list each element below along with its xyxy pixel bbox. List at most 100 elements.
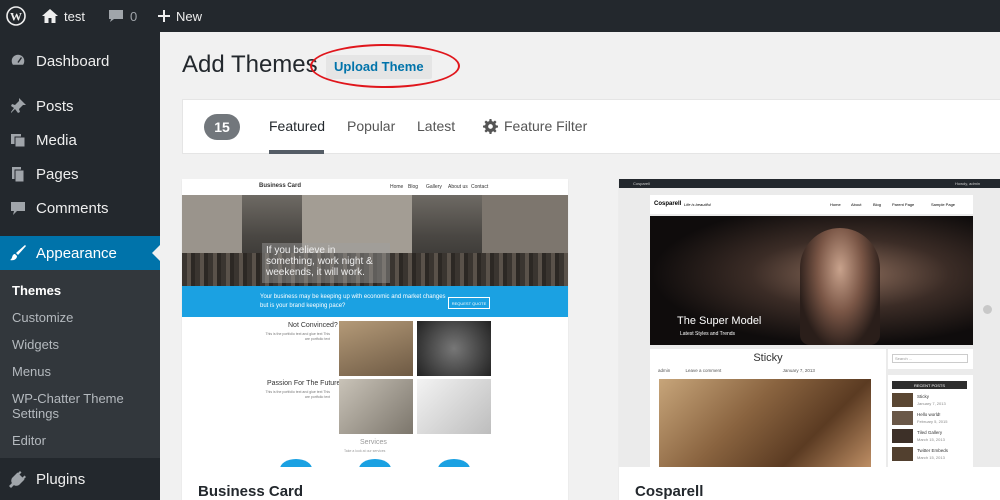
preview-hero-quote: If you believe in something, work night …	[262, 243, 390, 283]
preview-search-widget: Search ...	[888, 349, 973, 369]
sidebar-item-plugins[interactable]: Plugins	[0, 462, 160, 496]
preview-hero-image: The Super Model Latest Styles and Trends	[650, 216, 973, 345]
preview-scroll-dot-icon	[983, 305, 992, 314]
pages-icon	[0, 165, 36, 183]
preview-service-circle	[359, 459, 391, 467]
preview-logo: Cosparell	[654, 201, 682, 207]
sidebar-item-label: Comments	[36, 199, 109, 217]
preview-post-meta: admin Leave a comment January 7, 2013	[658, 368, 886, 373]
preview-recent-item: Tiled Gallery March 15, 2013	[892, 429, 970, 445]
preview-header: Cosparell Life is beautiful Home About B…	[650, 195, 973, 214]
tab-featured[interactable]: Featured	[269, 118, 325, 134]
feature-filter-label: Feature Filter	[504, 118, 588, 134]
theme-name: Business Card	[198, 483, 304, 500]
preview-nav-item: Sample Page	[931, 202, 956, 207]
preview-desk-image	[339, 321, 413, 376]
pin-icon	[0, 97, 36, 115]
dashboard-icon	[0, 52, 36, 70]
submenu-item-customize[interactable]: Customize	[12, 310, 152, 325]
comment-icon	[108, 9, 124, 23]
sidebar-item-pages[interactable]: Pages	[0, 157, 160, 191]
media-icon	[0, 131, 36, 149]
plug-icon	[0, 470, 36, 488]
sidebar-item-comments[interactable]: Comments	[0, 191, 160, 225]
preview-post-date: January 7, 2013	[782, 368, 815, 373]
preview-admin-bar: Cosparell Howdy, admin	[619, 179, 1000, 188]
site-name-label: test	[64, 8, 85, 24]
sidebar-item-appearance[interactable]: Appearance	[0, 236, 160, 270]
page-title: Add Themes	[182, 51, 318, 78]
wordpress-logo-icon[interactable]: W	[6, 0, 30, 32]
preview-nav-item: Home	[830, 202, 841, 207]
gear-icon	[483, 118, 498, 134]
plus-icon	[158, 10, 170, 22]
theme-card-cosparell[interactable]: Cosparell Howdy, admin Cosparell Life is…	[619, 179, 1000, 500]
sidebar-item-label: Dashboard	[36, 52, 110, 70]
preview-admin-site: Cosparell	[633, 181, 650, 186]
preview-cup-image	[417, 379, 491, 434]
sidebar-item-media[interactable]: Media	[0, 123, 160, 157]
preview-post-title: Sticky	[753, 352, 783, 364]
submenu-item-editor[interactable]: Editor	[12, 433, 152, 448]
sidebar-item-posts[interactable]: Posts	[0, 89, 160, 123]
preview-nav-item: About us	[448, 184, 468, 190]
preview-tagline: Life is beautiful	[684, 202, 711, 207]
theme-filter-bar: 15 Featured Popular Latest Feature Filte…	[182, 99, 1000, 154]
theme-screenshot[interactable]: Cosparell Howdy, admin Cosparell Life is…	[619, 179, 1000, 467]
preview-recent-item: Twitter Embeds March 15, 2013	[892, 447, 970, 463]
submenu-item-wp-chatter-theme-settings[interactable]: WP-Chatter Theme Settings	[12, 391, 152, 421]
preview-nav-item: Contact	[471, 184, 489, 190]
admin-sidebar: Dashboard Posts Media Pages Comments App…	[0, 32, 160, 500]
preview-post: Sticky admin Leave a comment January 7, …	[650, 349, 886, 467]
preview-post-comment: Leave a comment	[685, 368, 722, 373]
comments-link[interactable]: 0	[108, 0, 137, 32]
preview-recent-item: Sticky January 7, 2013	[892, 393, 970, 409]
sidebar-item-dashboard[interactable]: Dashboard	[0, 44, 160, 78]
preview-nav-item: Parent Page	[892, 202, 915, 207]
preview-site-title: Business Card	[259, 183, 302, 189]
preview-cta-band: Your business may be keeping up with eco…	[182, 286, 568, 317]
upload-theme-button[interactable]: Upload Theme	[326, 55, 432, 79]
preview-lorem-text: This is the portfolio text and glue text…	[265, 332, 330, 341]
preview-post-author: admin	[658, 368, 671, 373]
preview-recent-posts: RECENT POSTS Sticky January 7, 2013 Hell…	[888, 375, 973, 467]
sidebar-item-label: Posts	[36, 97, 74, 115]
preview-nav-item: About	[851, 202, 862, 207]
sidebar-item-label: Pages	[36, 165, 79, 183]
preview-section-heading: Not Convinced?	[288, 322, 338, 329]
preview-hero-image: If you believe in something, work night …	[182, 195, 568, 286]
preview-nav: Business Card Home Blog Gallery About us…	[182, 179, 568, 195]
preview-recent-item: Hello world! February 5, 2015	[892, 411, 970, 427]
preview-services-heading: Services	[360, 439, 387, 446]
sidebar-item-label: Media	[36, 131, 77, 149]
preview-services-sub: Take a look at our services	[344, 449, 386, 453]
preview-section-heading: Passion For The Future	[267, 380, 341, 387]
preview-band-text: Your business may be keeping up with eco…	[260, 294, 446, 309]
tab-popular[interactable]: Popular	[347, 118, 395, 134]
tab-latest[interactable]: Latest	[417, 118, 455, 134]
appearance-submenu: Themes Customize Widgets Menus WP-Chatte…	[0, 270, 160, 458]
sidebar-item-label: Appearance	[36, 244, 117, 262]
preview-hero-title: The Super Model	[677, 315, 762, 327]
tab-feature-filter[interactable]: Feature Filter	[483, 118, 587, 134]
submenu-item-widgets[interactable]: Widgets	[12, 337, 152, 352]
admin-bar: W test 0 New	[0, 0, 1000, 32]
theme-card-business-card[interactable]: Business Card Home Blog Gallery About us…	[182, 179, 568, 500]
site-name-link[interactable]: test	[42, 0, 85, 32]
theme-count-badge: 15	[204, 114, 240, 140]
home-icon	[42, 9, 58, 23]
preview-nav-item: Home	[390, 184, 404, 190]
preview-lorem-text: This is the portfolio text and glue text…	[265, 390, 330, 399]
preview-guitar-image	[659, 379, 871, 467]
submenu-item-themes[interactable]: Themes	[12, 283, 152, 298]
preview-nav-item: Blog	[408, 184, 419, 190]
svg-text:W: W	[10, 10, 22, 24]
comments-count: 0	[130, 8, 138, 24]
preview-band-button: REQUEST QUOTE	[448, 297, 490, 309]
new-content-link[interactable]: New	[158, 0, 202, 32]
theme-screenshot[interactable]: Business Card Home Blog Gallery About us…	[182, 179, 568, 467]
preview-admin-user: Howdy, admin	[955, 181, 981, 186]
preview-laptop-image	[417, 321, 491, 376]
preview-search-box: Search ...	[892, 354, 968, 363]
submenu-item-menus[interactable]: Menus	[12, 364, 152, 379]
